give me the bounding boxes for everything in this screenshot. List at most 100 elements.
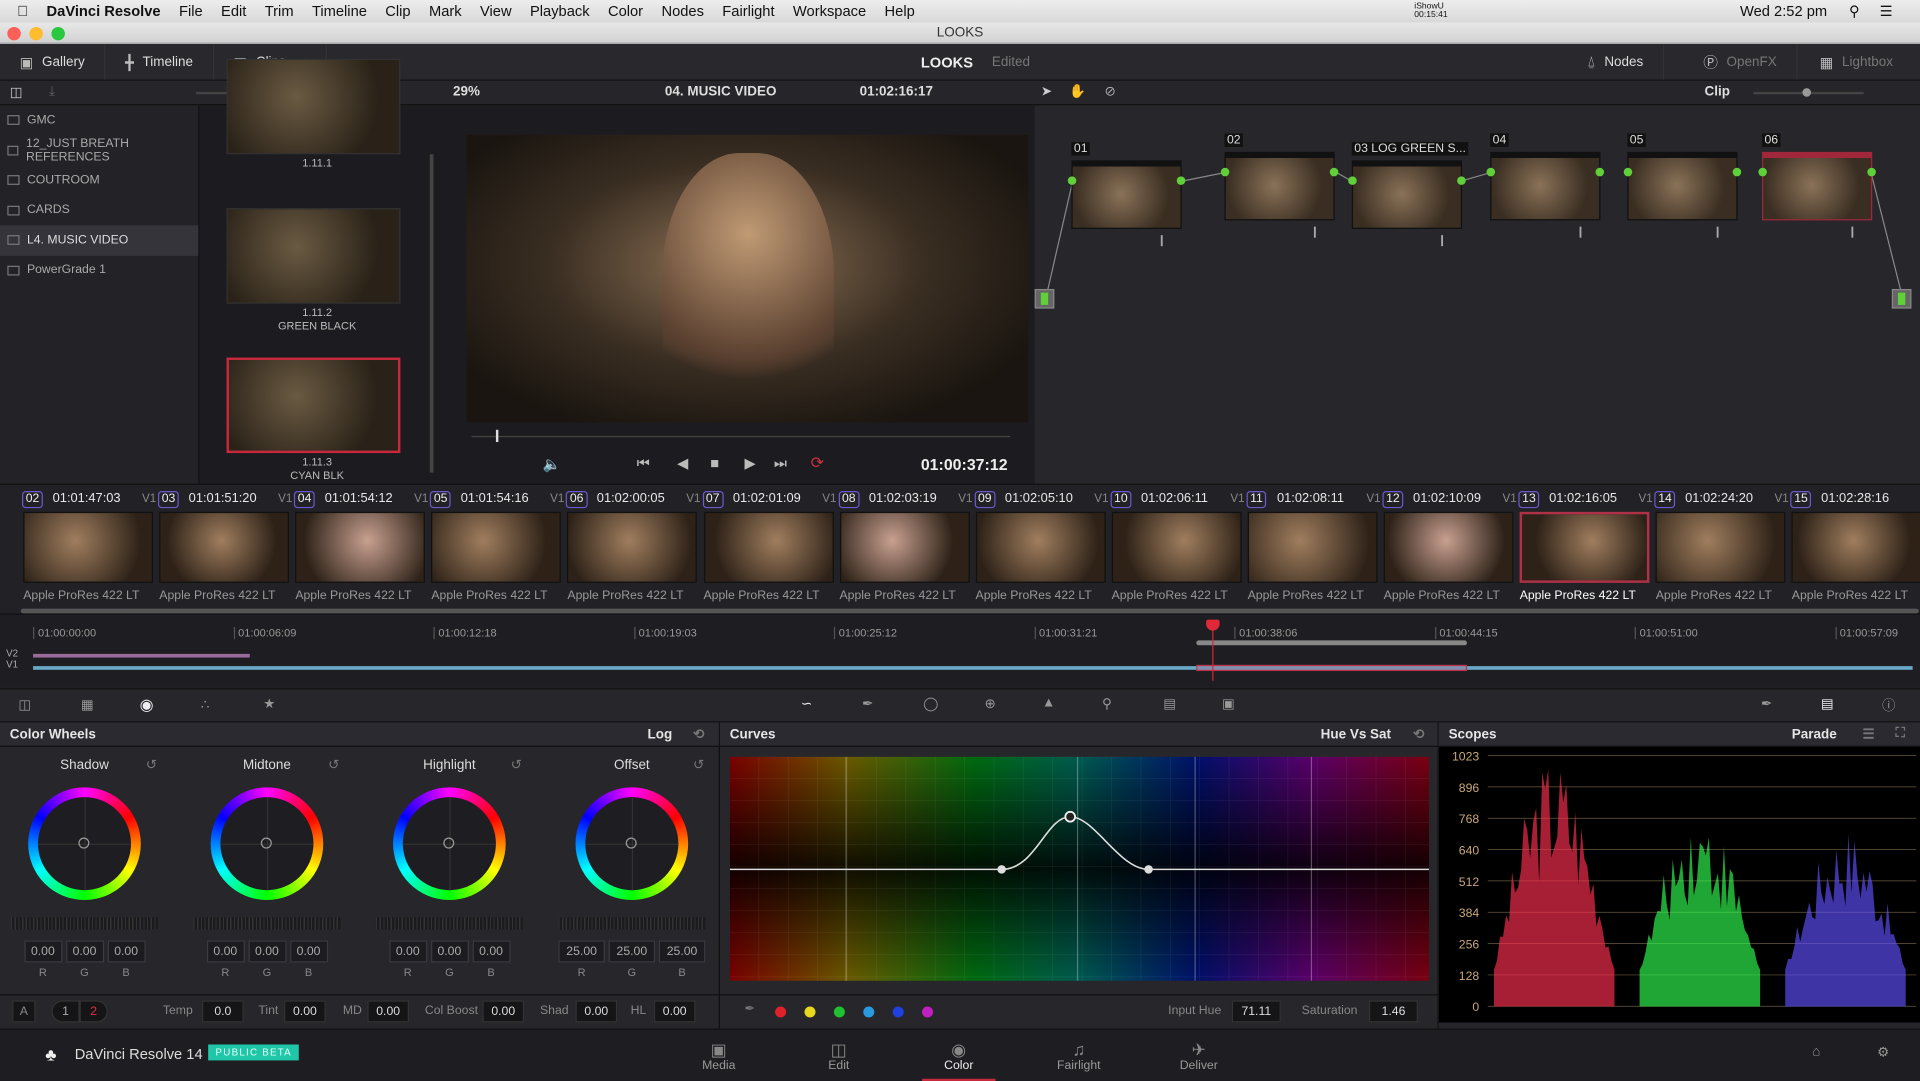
color-wheels-icon[interactable]: ◉: [140, 696, 154, 716]
nodes-button[interactable]: ⍙ Nodes: [1567, 44, 1665, 80]
temp-field[interactable]: 0.0: [202, 1000, 244, 1023]
page-1-button[interactable]: 1: [51, 1000, 80, 1023]
offset-g-field[interactable]: 25.00: [608, 940, 656, 963]
highlight-r-field[interactable]: 0.00: [388, 940, 427, 963]
mini-timeline[interactable]: V2 V1 01:00:00:00 01:00:06:09 01:00:12:18 0…: [0, 613, 1920, 685]
rgb-mixer-icon[interactable]: ∴: [201, 697, 210, 713]
clip-thumbnail[interactable]: 05 01:01:54:16 V1 Apple ProRes 422 LT: [429, 485, 565, 615]
clip-thumbnail[interactable]: 14 01:02:24:20 V1 Apple ProRes 422 LT: [1653, 485, 1789, 615]
clip-thumbnail[interactable]: 11 01:02:08:11 V1 Apple ProRes 422 LT: [1245, 485, 1381, 615]
offset-b-field[interactable]: 25.00: [658, 940, 706, 963]
key-icon[interactable]: ⚲: [1102, 696, 1112, 712]
clip-thumbnail[interactable]: 13 01:02:16:05 V1 Apple ProRes 422 LT: [1517, 485, 1653, 615]
album-item[interactable]: L4. MUSIC VIDEO: [0, 225, 199, 256]
gallery-still[interactable]: [226, 208, 401, 304]
menu-mark[interactable]: Mark: [429, 2, 462, 19]
curve-point[interactable]: [997, 865, 1006, 874]
3d-icon[interactable]: ▣: [1222, 696, 1235, 712]
node-input-dot[interactable]: [1348, 176, 1357, 185]
page-media[interactable]: ▣ Media: [682, 1040, 755, 1073]
loop-icon[interactable]: ⟳: [811, 453, 824, 473]
apple-icon[interactable]: : [17, 2, 28, 19]
input-hue-field[interactable]: 71.11: [1231, 1000, 1281, 1023]
clip-thumbnail[interactable]: 07 01:02:01:09 V1 Apple ProRes 422 LT: [701, 485, 837, 615]
node-mode-selector[interactable]: Clip: [1704, 84, 1729, 99]
timeline-selector[interactable]: 04. MUSIC VIDEO: [665, 84, 777, 99]
scopes-icon[interactable]: ▤: [1821, 696, 1834, 712]
menu-playback[interactable]: Playback: [530, 2, 590, 19]
timeline-button[interactable]: ╋ Timeline: [106, 44, 214, 80]
minimize-window-button[interactable]: [29, 26, 43, 41]
offset-master-wheel[interactable]: [558, 917, 706, 930]
clip-thumbnail[interactable]: 10 01:02:06:11 V1 Apple ProRes 422 LT: [1109, 485, 1245, 615]
volume-icon[interactable]: 🔈: [542, 456, 560, 473]
saturation-field[interactable]: 1.46: [1368, 1000, 1418, 1023]
wheel-handle[interactable]: [443, 837, 455, 849]
wheel-handle[interactable]: [625, 837, 637, 849]
hl-field[interactable]: 0.00: [653, 1000, 696, 1023]
selected-v1-clip[interactable]: [1196, 664, 1467, 672]
shadow-r-field[interactable]: 0.00: [23, 940, 62, 963]
clip-thumbnail[interactable]: 09 01:02:05:10 V1 Apple ProRes 422 LT: [973, 485, 1109, 615]
menu-app[interactable]: DaVinci Resolve: [47, 2, 161, 19]
tracker-icon[interactable]: ⊕: [984, 696, 995, 712]
highlight-master-wheel[interactable]: [375, 917, 523, 930]
skip-end-icon[interactable]: ⏭: [774, 454, 787, 472]
notification-list-icon[interactable]: ☰: [1880, 2, 1893, 19]
album-item[interactable]: CARDS: [0, 195, 198, 225]
wheel-mode-selector[interactable]: Log: [648, 727, 673, 742]
zoom-level[interactable]: 29%: [453, 84, 480, 99]
wheel-handle[interactable]: [78, 837, 90, 849]
auto-balance-button[interactable]: A: [12, 1000, 36, 1023]
node-output-dot[interactable]: [1595, 167, 1605, 177]
window-icon[interactable]: ◯: [923, 696, 938, 712]
highlight-g-field[interactable]: 0.00: [430, 940, 469, 963]
node-5[interactable]: [1627, 151, 1738, 221]
motion-effects-icon[interactable]: ★: [263, 696, 275, 712]
node-6[interactable]: [1762, 151, 1873, 221]
node-output-dot[interactable]: [1329, 167, 1339, 177]
close-window-button[interactable]: [7, 26, 21, 41]
album-item[interactable]: PowerGrade 1: [0, 255, 198, 285]
page-edit[interactable]: ◫ Edit: [802, 1040, 875, 1073]
zoom-window-button[interactable]: [51, 26, 65, 41]
settings-gear-icon[interactable]: ⚙: [1877, 1044, 1889, 1061]
album-item[interactable]: 12_JUST BREATH REFERENCES: [0, 135, 198, 165]
tint-field[interactable]: 0.00: [284, 1000, 326, 1023]
node-input-dot[interactable]: [1220, 167, 1230, 177]
menu-fairlight[interactable]: Fairlight: [722, 2, 774, 19]
gallery-still[interactable]: [226, 58, 401, 155]
reset-wheel-icon[interactable]: ↺: [146, 757, 157, 773]
sidebar-toggle-icon[interactable]: ◫: [10, 84, 23, 101]
hue-vs-sat-graph[interactable]: [729, 756, 1429, 981]
midtone-master-wheel[interactable]: [193, 917, 341, 930]
v2-clip[interactable]: [33, 653, 250, 658]
midtone-b-field[interactable]: 0.00: [289, 940, 328, 963]
clock[interactable]: Wed 2:52 pm: [1740, 2, 1827, 19]
clip-thumbnail[interactable]: 03 01:01:51:20 V1 Apple ProRes 422 LT: [157, 485, 293, 615]
node-3[interactable]: [1351, 160, 1463, 229]
node-1[interactable]: [1071, 160, 1182, 229]
source-timecode[interactable]: 01:02:16:17: [860, 84, 933, 99]
page-2-button[interactable]: 2: [79, 1000, 108, 1023]
node-4[interactable]: [1490, 151, 1601, 221]
hue-swatch-3[interactable]: [833, 1006, 845, 1018]
node-input-dot[interactable]: [1623, 167, 1633, 177]
shadow-g-field[interactable]: 0.00: [65, 940, 104, 963]
page-fairlight[interactable]: ♫ Fairlight: [1042, 1040, 1115, 1073]
hue-swatch-1[interactable]: [775, 1006, 787, 1018]
bypass-icon[interactable]: ⊘: [1104, 83, 1115, 99]
page-color[interactable]: ◉ Color: [922, 1040, 996, 1081]
node-input-dot[interactable]: [1067, 176, 1077, 185]
openfx-button[interactable]: Ⓟ OpenFX: [1684, 44, 1798, 80]
blur-icon[interactable]: ▲: [1042, 696, 1055, 711]
scrubber-bar[interactable]: [471, 429, 1011, 443]
midtone-g-field[interactable]: 0.00: [247, 940, 286, 963]
highlight-b-field[interactable]: 0.00: [472, 940, 511, 963]
stop-icon[interactable]: ■: [710, 454, 719, 471]
curve-point[interactable]: [1144, 865, 1153, 874]
camera-raw-icon[interactable]: ◫: [18, 697, 31, 713]
stills-scrollbar[interactable]: [429, 154, 434, 473]
sizing-icon[interactable]: ▤: [1163, 696, 1176, 712]
page-deliver[interactable]: ✈ Deliver: [1162, 1040, 1235, 1073]
